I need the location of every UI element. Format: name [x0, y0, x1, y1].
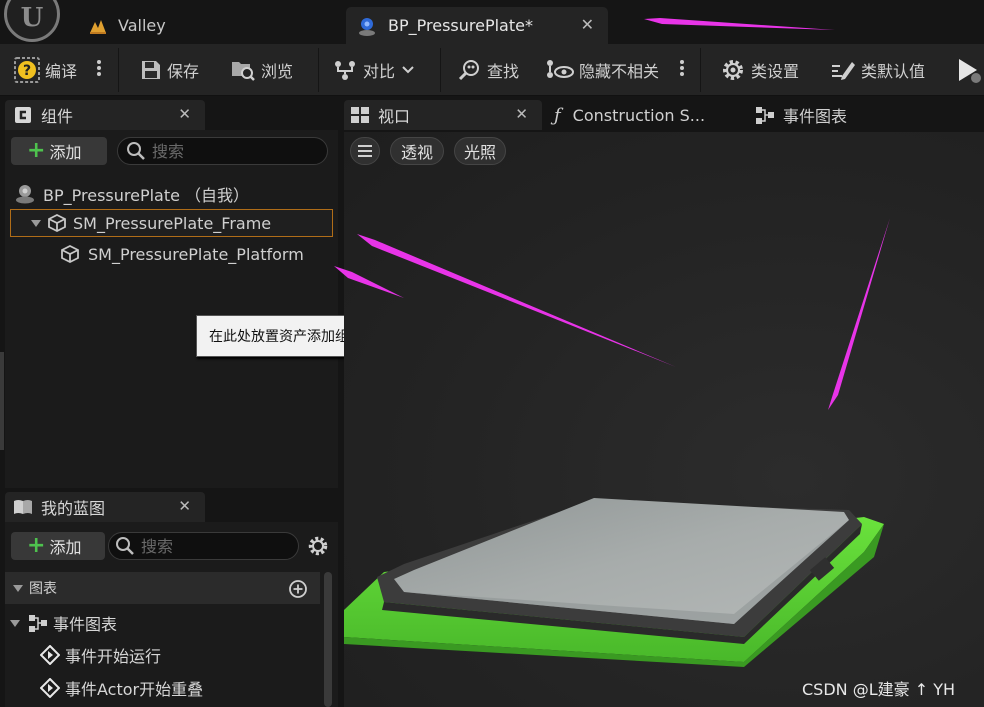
viewport-tab-strip: 视口 ✕ ƒ Construction S... 事件图表: [344, 98, 984, 132]
play-icon: [959, 59, 981, 83]
compile-warning-icon: ?: [14, 57, 40, 83]
tab-blueprint[interactable]: BP_PressurePlate* ✕: [346, 7, 608, 44]
save-button[interactable]: 保存: [140, 56, 199, 84]
watermark: CSDN @L建豪 ↑ YH: [802, 680, 956, 699]
tab-blueprint-label: BP_PressurePlate*: [388, 16, 533, 35]
tree-root-item[interactable]: BP_PressurePlate （自我）: [14, 180, 249, 208]
blueprint-search-input[interactable]: [141, 536, 291, 556]
actor-icon: [16, 185, 34, 204]
blueprint-icon: [359, 17, 375, 36]
settings-gear-icon[interactable]: [307, 535, 329, 557]
compile-options-icon[interactable]: [96, 58, 102, 80]
panel-resize-handle[interactable]: [0, 352, 4, 450]
collapse-arrow-icon[interactable]: [13, 584, 23, 592]
play-button[interactable]: [956, 56, 984, 84]
hide-unrelated-icon: [547, 60, 574, 78]
gear-icon: [723, 60, 743, 80]
find-icon: [458, 60, 479, 81]
tree-item-platform[interactable]: SM_PressurePlate_Platform: [60, 240, 304, 268]
tab-valley[interactable]: Valley: [88, 7, 338, 44]
event-graph-item[interactable]: 事件图表: [10, 610, 117, 636]
browse-icon: [232, 62, 255, 81]
toolbar-divider: [700, 48, 701, 92]
book-icon: [14, 500, 32, 514]
toolbar: ? 编译 保存 浏览 对比 查找 隐藏不相关 类设置 类默认值: [0, 44, 984, 96]
find-button[interactable]: 查找: [458, 56, 519, 84]
graphs-section-header[interactable]: 图表: [5, 572, 320, 604]
add-component-button[interactable]: + 添加: [11, 137, 107, 165]
unreal-logo-icon[interactable]: U: [4, 0, 60, 42]
function-icon: ƒ: [554, 104, 561, 126]
toolbar-divider: [440, 48, 441, 92]
class-defaults-icon: [832, 62, 855, 80]
plus-icon: +: [27, 138, 46, 163]
component-search[interactable]: [117, 137, 328, 165]
tab-valley-label: Valley: [118, 16, 166, 35]
close-icon[interactable]: ✕: [178, 497, 191, 515]
pressure-plate-model[interactable]: [344, 132, 984, 707]
close-icon[interactable]: ✕: [515, 105, 528, 123]
close-icon[interactable]: ✕: [178, 105, 191, 123]
hide-options-icon[interactable]: [679, 58, 685, 80]
browse-button[interactable]: 浏览: [230, 56, 293, 84]
close-icon[interactable]: ✕: [581, 15, 594, 34]
plus-icon: +: [27, 533, 46, 558]
tab-construction-script[interactable]: ƒ Construction S...: [554, 100, 705, 130]
class-settings-button[interactable]: 类设置: [720, 56, 799, 84]
tree-item-frame[interactable]: SM_PressurePlate_Frame: [10, 209, 333, 237]
svg-text:?: ?: [23, 63, 31, 79]
tab-components[interactable]: 组件 ✕: [5, 100, 205, 130]
diff-button[interactable]: 对比: [332, 56, 415, 84]
level-icon: [90, 19, 106, 34]
component-search-input[interactable]: [152, 141, 302, 161]
diff-icon: [335, 61, 355, 80]
static-mesh-icon: [48, 213, 66, 233]
toolbar-divider: [118, 48, 119, 92]
title-bar: U Valley BP_PressurePlate* ✕: [0, 0, 984, 44]
search-icon: [116, 537, 134, 555]
hide-unrelated-button[interactable]: 隐藏不相关: [546, 56, 659, 84]
compile-button[interactable]: ? 编译: [14, 56, 77, 84]
my-blueprint-title: 我的蓝图: [41, 499, 106, 518]
tab-event-graph[interactable]: 事件图表: [755, 100, 847, 130]
graph-icon: [756, 107, 774, 124]
tab-my-blueprint[interactable]: 我的蓝图 ✕: [5, 492, 205, 522]
add-graph-icon[interactable]: [288, 579, 308, 599]
viewport-grid-icon: [351, 107, 369, 123]
search-icon: [127, 142, 145, 160]
viewport[interactable]: 透视 光照: [344, 132, 984, 707]
chevron-down-icon: [402, 66, 414, 74]
components-title: 组件: [41, 107, 74, 126]
event-begin-play-item[interactable]: 事件开始运行: [40, 642, 161, 668]
toolbar-divider: [318, 48, 319, 92]
event-node-icon: [40, 645, 60, 665]
save-icon: [142, 61, 160, 79]
component-icon: [15, 107, 31, 123]
expand-arrow-icon[interactable]: [31, 219, 41, 227]
tab-viewport[interactable]: 视口 ✕: [344, 100, 542, 130]
class-defaults-button[interactable]: 类默认值: [830, 56, 925, 84]
event-node-icon: [40, 678, 60, 698]
static-mesh-icon: [61, 244, 79, 264]
event-actor-overlap-item[interactable]: 事件Actor开始重叠: [40, 675, 203, 701]
blueprint-search[interactable]: [108, 532, 299, 560]
collapse-arrow-icon[interactable]: [10, 619, 20, 627]
blueprint-scrollbar[interactable]: [324, 572, 332, 707]
graph-icon: [29, 615, 47, 632]
add-blueprint-item-button[interactable]: + 添加: [11, 532, 105, 560]
